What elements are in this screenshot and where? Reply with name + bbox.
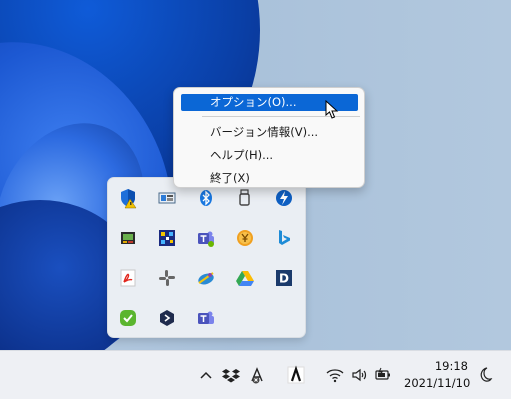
battery-icon[interactable] (374, 365, 392, 385)
meet-now-icon[interactable] (195, 267, 217, 289)
d-app-icon[interactable]: D (273, 267, 295, 289)
menu-item-exit[interactable]: 終了(X) (181, 170, 358, 187)
google-drive-icon[interactable] (234, 267, 256, 289)
defender-warning-icon[interactable] (117, 187, 139, 209)
teams-icon[interactable] (195, 227, 217, 249)
usb-drive-icon[interactable] (234, 187, 256, 209)
svg-text:D: D (279, 272, 289, 286)
taskbar: 19:18 2021/11/10 (0, 350, 511, 399)
bing-icon[interactable] (273, 227, 295, 249)
moon-icon[interactable] (477, 365, 493, 385)
acrobat-icon[interactable] (117, 267, 139, 289)
qr-app-icon[interactable] (156, 227, 178, 249)
clock-time[interactable]: 19:18 (428, 359, 468, 373)
hex-app-icon[interactable] (156, 307, 178, 329)
teams-personal-icon[interactable] (195, 307, 217, 329)
a-sync-icon[interactable] (249, 365, 267, 385)
display-adapter-icon[interactable] (156, 187, 178, 209)
volume-icon[interactable] (351, 365, 369, 385)
green-check-icon[interactable] (117, 307, 139, 329)
clock-date[interactable]: 2021/11/10 (404, 376, 470, 390)
rapid-storage-icon[interactable] (273, 187, 295, 209)
a-app-icon[interactable] (287, 365, 305, 385)
menu-item-help[interactable]: ヘルプ(H)... (181, 147, 358, 164)
bluetooth-icon[interactable] (195, 187, 217, 209)
menu-item-version-info[interactable]: バージョン情報(V)... (181, 124, 358, 141)
dropbox-icon[interactable] (222, 365, 240, 385)
mouse-cursor-icon (325, 99, 339, 120)
chevron-up-icon[interactable] (199, 365, 213, 385)
dell-icon[interactable] (117, 227, 139, 249)
wifi-icon[interactable] (326, 365, 344, 385)
tray-overflow-panel: D (107, 177, 306, 338)
clock-coin-icon[interactable] (234, 227, 256, 249)
slack-icon[interactable] (156, 267, 178, 289)
